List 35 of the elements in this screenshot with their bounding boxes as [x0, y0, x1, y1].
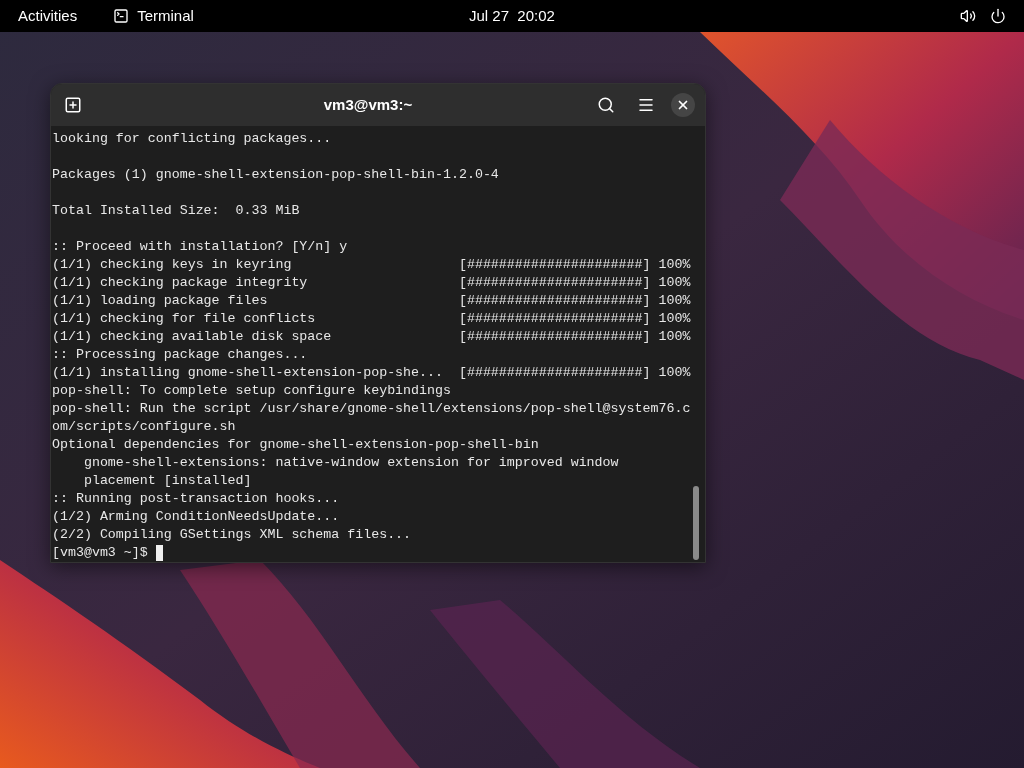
- terminal-line: (2/2) Compiling GSettings XML schema files...: [52, 526, 412, 544]
- terminal-line: (1/1) checking available disk space [######################] 100%: [52, 328, 691, 346]
- plus-icon: [64, 96, 82, 114]
- terminal-line: :: Processing package changes...: [52, 346, 308, 364]
- terminal-line: (1/1) checking keys in keyring [######################] 100%: [52, 256, 691, 274]
- close-button[interactable]: [671, 93, 695, 117]
- terminal-line: (1/1) checking for file conflicts [######################] 100%: [52, 310, 691, 328]
- terminal-line: om/scripts/configure.sh: [52, 418, 236, 436]
- terminal-line: gnome-shell-extensions: native-window extension for improved window: [82, 454, 619, 472]
- text-cursor: [155, 545, 163, 561]
- terminal-line: Optional dependencies for gnome-shell-extension-pop-shell-bin: [52, 436, 539, 454]
- terminal-line: Packages (1) gnome-shell-extension-pop-shell-bin-1.2.0-4: [52, 166, 499, 184]
- terminal-line: placement [installed]: [82, 472, 252, 490]
- terminal-line: pop-shell: Run the script /usr/share/gnome-shell/extensions/pop-shell@system76.c: [52, 400, 691, 418]
- terminal-line: looking for conflicting packages...: [52, 130, 332, 148]
- clock[interactable]: Jul 27 20:02: [469, 4, 555, 28]
- terminal-icon: [113, 8, 130, 24]
- terminal-line: (1/1) loading package files [######################] 100%: [52, 292, 691, 310]
- terminal-line: :: Running post-transaction hooks...: [52, 490, 340, 508]
- terminal-line: (1/1) installing gnome-shell-extension-pop-she... [######################] 100%: [52, 364, 691, 382]
- window-title: vm3@vm3:~: [322, 94, 414, 115]
- shell-prompt: [vm3@vm3 ~]$: [52, 544, 148, 562]
- terminal-line: (1/2) Arming ConditionNeedsUpdate...: [52, 508, 340, 526]
- close-icon: [676, 98, 690, 112]
- scrollbar[interactable]: [693, 486, 699, 560]
- volume-icon[interactable]: [960, 8, 976, 24]
- activities-button[interactable]: Activities: [18, 4, 78, 28]
- terminal-line: Total Installed Size: 0.33 MiB: [52, 202, 300, 220]
- search-icon: [597, 96, 615, 114]
- power-icon[interactable]: [990, 8, 1006, 24]
- terminal-line: (1/1) checking package integrity [######################] 100%: [52, 274, 691, 292]
- terminal-line: :: Proceed with installation? [Y/n] y: [52, 238, 348, 256]
- menu-icon: [637, 96, 655, 114]
- terminal-line: pop-shell: To complete setup configure keybindings: [52, 382, 451, 400]
- app-menu[interactable]: Terminal: [137, 4, 194, 28]
